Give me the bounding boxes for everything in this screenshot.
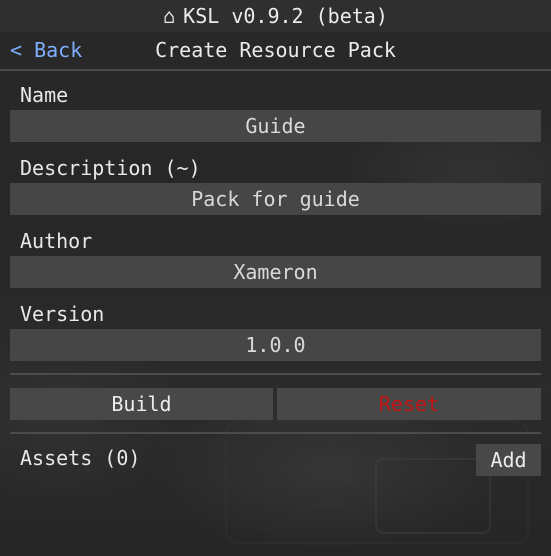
author-label: Author: [20, 229, 93, 253]
app-titlebar: ⌂ KSL v0.9.2 (beta): [0, 0, 551, 32]
version-field[interactable]: 1.0.0: [10, 329, 541, 361]
description-label: Description (~): [20, 156, 201, 180]
name-label: Name: [20, 83, 69, 107]
reset-button[interactable]: Reset: [277, 388, 541, 420]
author-field[interactable]: Xameron: [10, 256, 541, 288]
build-button[interactable]: Build: [10, 388, 273, 420]
page-header: < Back Create Resource Pack: [0, 33, 551, 71]
version-label: Version: [20, 302, 105, 326]
page-title: Create Resource Pack: [155, 38, 396, 62]
description-field[interactable]: Pack for guide: [10, 183, 541, 215]
create-resource-pack-panel: ⌂ KSL v0.9.2 (beta) < Back Create Resourc…: [0, 0, 551, 556]
home-icon: ⌂: [163, 4, 176, 28]
app-title: KSL v0.9.2 (beta): [183, 4, 388, 28]
add-asset-button[interactable]: Add: [476, 444, 541, 476]
section-divider: [10, 432, 541, 434]
section-divider: [10, 373, 541, 375]
name-field[interactable]: Guide: [10, 110, 541, 142]
assets-label: Assets (0): [20, 446, 141, 470]
